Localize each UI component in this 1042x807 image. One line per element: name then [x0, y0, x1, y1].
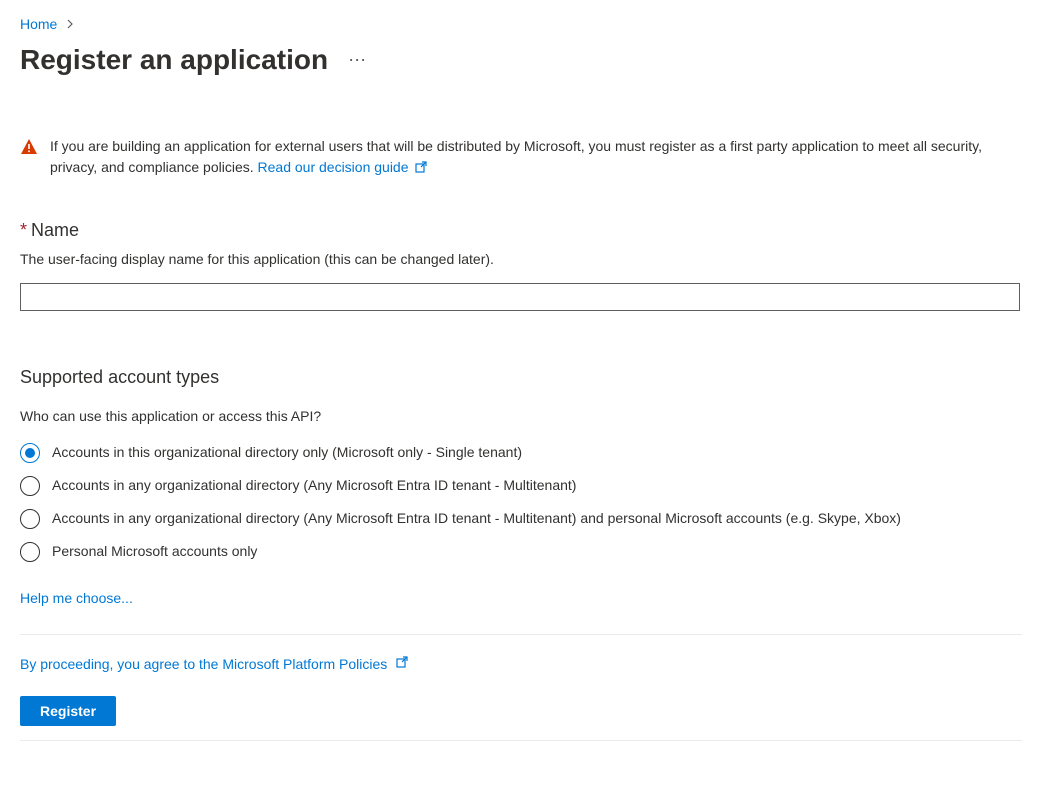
radio-button-icon — [20, 476, 40, 496]
name-field-section: *Name The user-facing display name for t… — [20, 220, 1022, 311]
breadcrumb-home-link[interactable]: Home — [20, 16, 57, 32]
radio-multitenant-personal[interactable]: Accounts in any organizational directory… — [20, 508, 1020, 529]
external-link-icon — [389, 655, 409, 672]
divider — [20, 740, 1022, 741]
warning-icon — [20, 138, 38, 159]
radio-single-tenant[interactable]: Accounts in this organizational director… — [20, 442, 1020, 463]
required-indicator: * — [20, 220, 27, 240]
help-me-choose-link[interactable]: Help me choose... — [20, 590, 133, 606]
radio-label: Accounts in this organizational director… — [52, 442, 522, 463]
radio-button-icon — [20, 443, 40, 463]
account-types-radio-group: Accounts in this organizational director… — [20, 442, 1020, 562]
radio-label: Accounts in any organizational directory… — [52, 475, 576, 496]
radio-label: Personal Microsoft accounts only — [52, 541, 257, 562]
name-field-description: The user-facing display name for this ap… — [20, 251, 1022, 267]
breadcrumb: Home — [20, 16, 1022, 32]
radio-button-icon — [20, 542, 40, 562]
radio-personal-only[interactable]: Personal Microsoft accounts only — [20, 541, 1020, 562]
info-banner: If you are building an application for e… — [20, 136, 1020, 180]
account-types-heading: Supported account types — [20, 367, 1022, 388]
info-banner-message: If you are building an application for e… — [50, 138, 982, 175]
decision-guide-link[interactable]: Read our decision guide — [258, 159, 429, 175]
more-menu-icon[interactable]: ⋯ — [348, 50, 367, 71]
radio-button-icon — [20, 509, 40, 529]
external-link-icon — [414, 159, 428, 180]
page-title: Register an application — [20, 44, 328, 76]
platform-policies-link[interactable]: By proceeding, you agree to the Microsof… — [20, 655, 409, 672]
account-types-subheading: Who can use this application or access t… — [20, 408, 1022, 424]
info-banner-text: If you are building an application for e… — [50, 136, 1020, 180]
name-field-label: *Name — [20, 220, 1022, 241]
radio-label: Accounts in any organizational directory… — [52, 508, 901, 529]
radio-multitenant[interactable]: Accounts in any organizational directory… — [20, 475, 1020, 496]
register-button[interactable]: Register — [20, 696, 116, 726]
chevron-right-icon — [67, 16, 75, 32]
title-row: Register an application ⋯ — [20, 44, 1022, 76]
name-input[interactable] — [20, 283, 1020, 311]
footer: By proceeding, you agree to the Microsof… — [20, 635, 1022, 726]
